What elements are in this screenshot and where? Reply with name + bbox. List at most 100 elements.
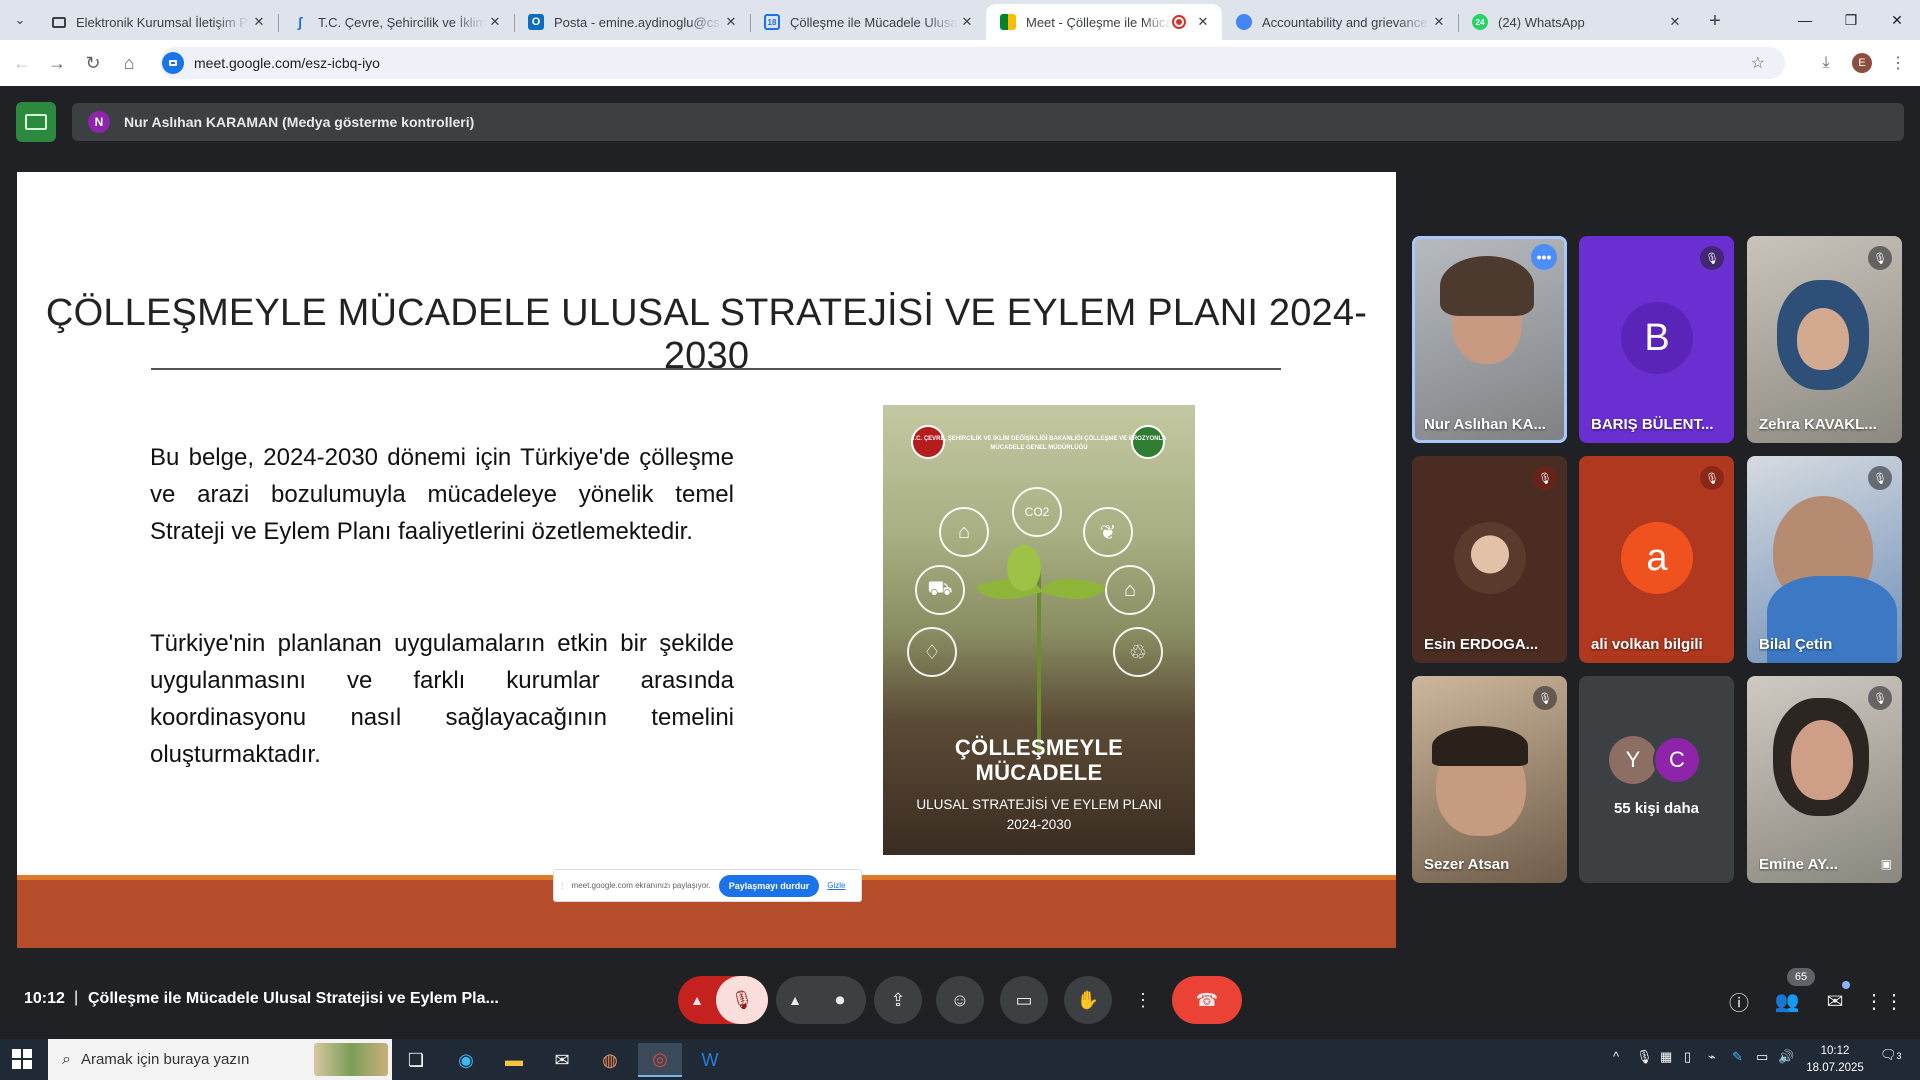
tab-outlook[interactable]: O Posta - emine.aydinoglu@csb.g ✕ (514, 4, 751, 40)
show-hidden-icons-icon[interactable]: ^ (1613, 1049, 1619, 1064)
tab-search-chevron-icon[interactable]: ⌄ (6, 8, 34, 32)
new-tab-button[interactable]: + (1702, 8, 1728, 34)
close-icon[interactable]: ✕ (1666, 14, 1684, 30)
info-icon[interactable]: ⓘ (1723, 985, 1755, 1017)
app-icon[interactable]: ◍ (588, 1043, 632, 1077)
notification-count: 3 (1896, 1051, 1902, 1061)
chrome-icon[interactable]: ◎ (638, 1043, 682, 1077)
minimize-button[interactable]: — (1782, 0, 1828, 40)
raise-hand-icon[interactable]: ✋ (1064, 976, 1112, 1024)
task-view-icon[interactable]: ❏ (394, 1043, 438, 1077)
address-bar[interactable]: meet.google.com/esz-icbq-iyo ☆ (160, 47, 1785, 79)
notifications-icon[interactable]: 🗨3 (1880, 1047, 1902, 1063)
participant-name: Esin ERDOGA... (1424, 636, 1539, 653)
avatar (1454, 522, 1526, 594)
camera-control[interactable]: ▲ ⏺ (776, 976, 866, 1024)
download-icon[interactable]: ⤓ (1812, 49, 1840, 77)
close-icon[interactable]: ✕ (250, 14, 268, 30)
emoji-icon[interactable]: ☺ (936, 976, 984, 1024)
chat-unread-dot (1842, 981, 1850, 989)
network-icon[interactable]: ▭ (1756, 1049, 1768, 1065)
people-count-badge: 65 (1787, 968, 1815, 986)
chevron-up-icon[interactable]: ▲ (776, 992, 814, 1008)
forward-arrow-icon[interactable]: → (43, 49, 71, 77)
chat-icon[interactable]: ✉ (1819, 985, 1851, 1017)
search-icon: ⌕ (62, 1050, 71, 1068)
close-icon[interactable]: ✕ (958, 14, 976, 30)
close-icon[interactable]: ✕ (1430, 14, 1448, 30)
participant-tile[interactable]: 🎙 Esin ERDOGA... (1412, 456, 1567, 663)
tab-ministry[interactable]: ʃ T.C. Çevre, Şehircilik ve İklim De ✕ (278, 4, 515, 40)
meeting-time: 10:12 (24, 990, 65, 1007)
sprout-icon: ❦ (1083, 507, 1133, 557)
tab-title: T.C. Çevre, Şehircilik ve İklim De (318, 14, 486, 30)
back-arrow-icon[interactable]: ← (8, 49, 36, 77)
cover-header: T.C. ÇEVRE, ŞEHİRCİLİK VE İKLİM DEĞİŞİKL… (911, 436, 1167, 451)
home-icon[interactable]: ⌂ (115, 49, 143, 77)
volume-icon[interactable]: 🔊 (1778, 1049, 1794, 1065)
close-window-button[interactable]: ✕ (1874, 0, 1920, 40)
presentation-toggle-icon[interactable] (16, 102, 56, 142)
drag-handle-icon[interactable]: ⁞ (561, 881, 564, 891)
participant-tile[interactable]: 🎙 Zehra KAVAKL... (1747, 236, 1902, 443)
microphone-tray-icon[interactable]: 🎙 (1636, 1049, 1653, 1065)
mail-icon[interactable]: ✉ (540, 1043, 584, 1077)
hide-link[interactable]: Gizle (827, 881, 845, 890)
activities-icon[interactable]: ⋮⋮ (1864, 985, 1904, 1017)
avatar: C (1653, 736, 1701, 784)
participant-name: ali volkan bilgili (1591, 636, 1703, 653)
site-info-icon[interactable] (162, 52, 184, 74)
participant-tile[interactable]: a 🎙 ali volkan bilgili (1579, 456, 1734, 663)
tab-document[interactable]: 18 Çölleşme ile Mücadele Ulusal S ✕ (750, 4, 986, 40)
tab-title: Accountability and grievance m (1262, 14, 1430, 30)
participant-tile[interactable]: 🎙 ▣ Emine AY... (1747, 676, 1902, 883)
participant-tile[interactable]: 🎙 Sezer Atsan (1412, 676, 1567, 883)
tab-elektronik-kurumsal[interactable]: Elektronik Kurumsal İletişim Pla ✕ (38, 4, 279, 40)
taskbar-search[interactable]: ⌕ Aramak için buraya yazın (48, 1039, 392, 1080)
cover-subtitle: ULUSAL STRATEJİSİ VE EYLEM PLANI 2024-20… (883, 795, 1195, 835)
kebab-menu-icon[interactable]: ⋮ (1884, 49, 1912, 77)
battery-icon[interactable]: ▯ (1684, 1049, 1691, 1065)
participant-tile[interactable]: Y C 55 kişi daha (1579, 676, 1734, 883)
camera-icon[interactable]: ⏺ (814, 990, 866, 1011)
stop-sharing-button[interactable]: Paylaşmayı durdur (718, 874, 820, 897)
chevron-up-icon[interactable]: ▲ (678, 992, 716, 1008)
report-cover-image: T.C. ÇEVRE, ŞEHİRCİLİK VE İKLİM DEĞİŞİKL… (883, 405, 1195, 855)
taskbar-clock[interactable]: 10:12 18.07.2025 (1800, 1043, 1870, 1077)
people-icon[interactable]: 👥 (1771, 985, 1803, 1017)
edge-icon[interactable]: ◉ (444, 1043, 488, 1077)
microphone-control[interactable]: ▲ 🎙 (678, 976, 768, 1024)
tab-accountability[interactable]: Accountability and grievance m ✕ (1222, 4, 1459, 40)
close-icon[interactable]: ✕ (722, 14, 740, 30)
url-text[interactable]: meet.google.com/esz-icbq-iyo (194, 55, 380, 71)
car-icon: ⛟ (915, 565, 965, 615)
avatar: E (1852, 53, 1872, 73)
tab-meet[interactable]: Meet - Çölleşme ile Mücade ✕ (986, 4, 1222, 40)
restore-button[interactable]: ❐ (1828, 0, 1874, 40)
participant-tile[interactable]: 🎙 Bilal Çetin (1747, 456, 1902, 663)
wifi-off-icon[interactable]: ⌁ (1708, 1049, 1716, 1065)
captions-icon[interactable]: ▭ (1000, 976, 1048, 1024)
pen-icon[interactable]: ✎ (1732, 1049, 1743, 1065)
participant-face (1797, 308, 1849, 370)
teams-tray-icon[interactable]: ▦ (1660, 1049, 1672, 1065)
reload-icon[interactable]: ↻ (79, 49, 107, 77)
bookmark-star-icon[interactable]: ☆ (1751, 53, 1765, 73)
profile-button[interactable]: E (1848, 49, 1876, 77)
file-explorer-icon[interactable]: ▬ (492, 1043, 536, 1077)
participant-tile[interactable]: ••• Nur Aslıhan KA... (1412, 236, 1567, 443)
cover-subtitle-line: 2024-2030 (1006, 817, 1072, 832)
close-icon[interactable]: ✕ (486, 14, 504, 30)
tab-whatsapp[interactable]: 24 (24) WhatsApp ✕ (1458, 4, 1694, 40)
participant-tile[interactable]: B 🎙 BARIŞ BÜLENT... (1579, 236, 1734, 443)
word-icon[interactable]: W (688, 1043, 732, 1077)
clock-time: 10:12 (1820, 1045, 1850, 1057)
present-screen-icon[interactable]: ⇪ (874, 976, 922, 1024)
close-icon[interactable]: ✕ (1194, 14, 1212, 30)
more-options-icon[interactable]: ••• (1531, 244, 1557, 270)
leave-call-button[interactable]: ☎ (1172, 976, 1242, 1024)
presenter-bar[interactable]: N Nur Aslıhan KARAMAN (Medya gösterme ko… (72, 103, 1904, 141)
windows-start-icon[interactable] (12, 1049, 32, 1069)
more-options-icon[interactable]: ⋮ (1128, 976, 1158, 1024)
mic-off-icon[interactable]: 🎙 (716, 976, 768, 1024)
